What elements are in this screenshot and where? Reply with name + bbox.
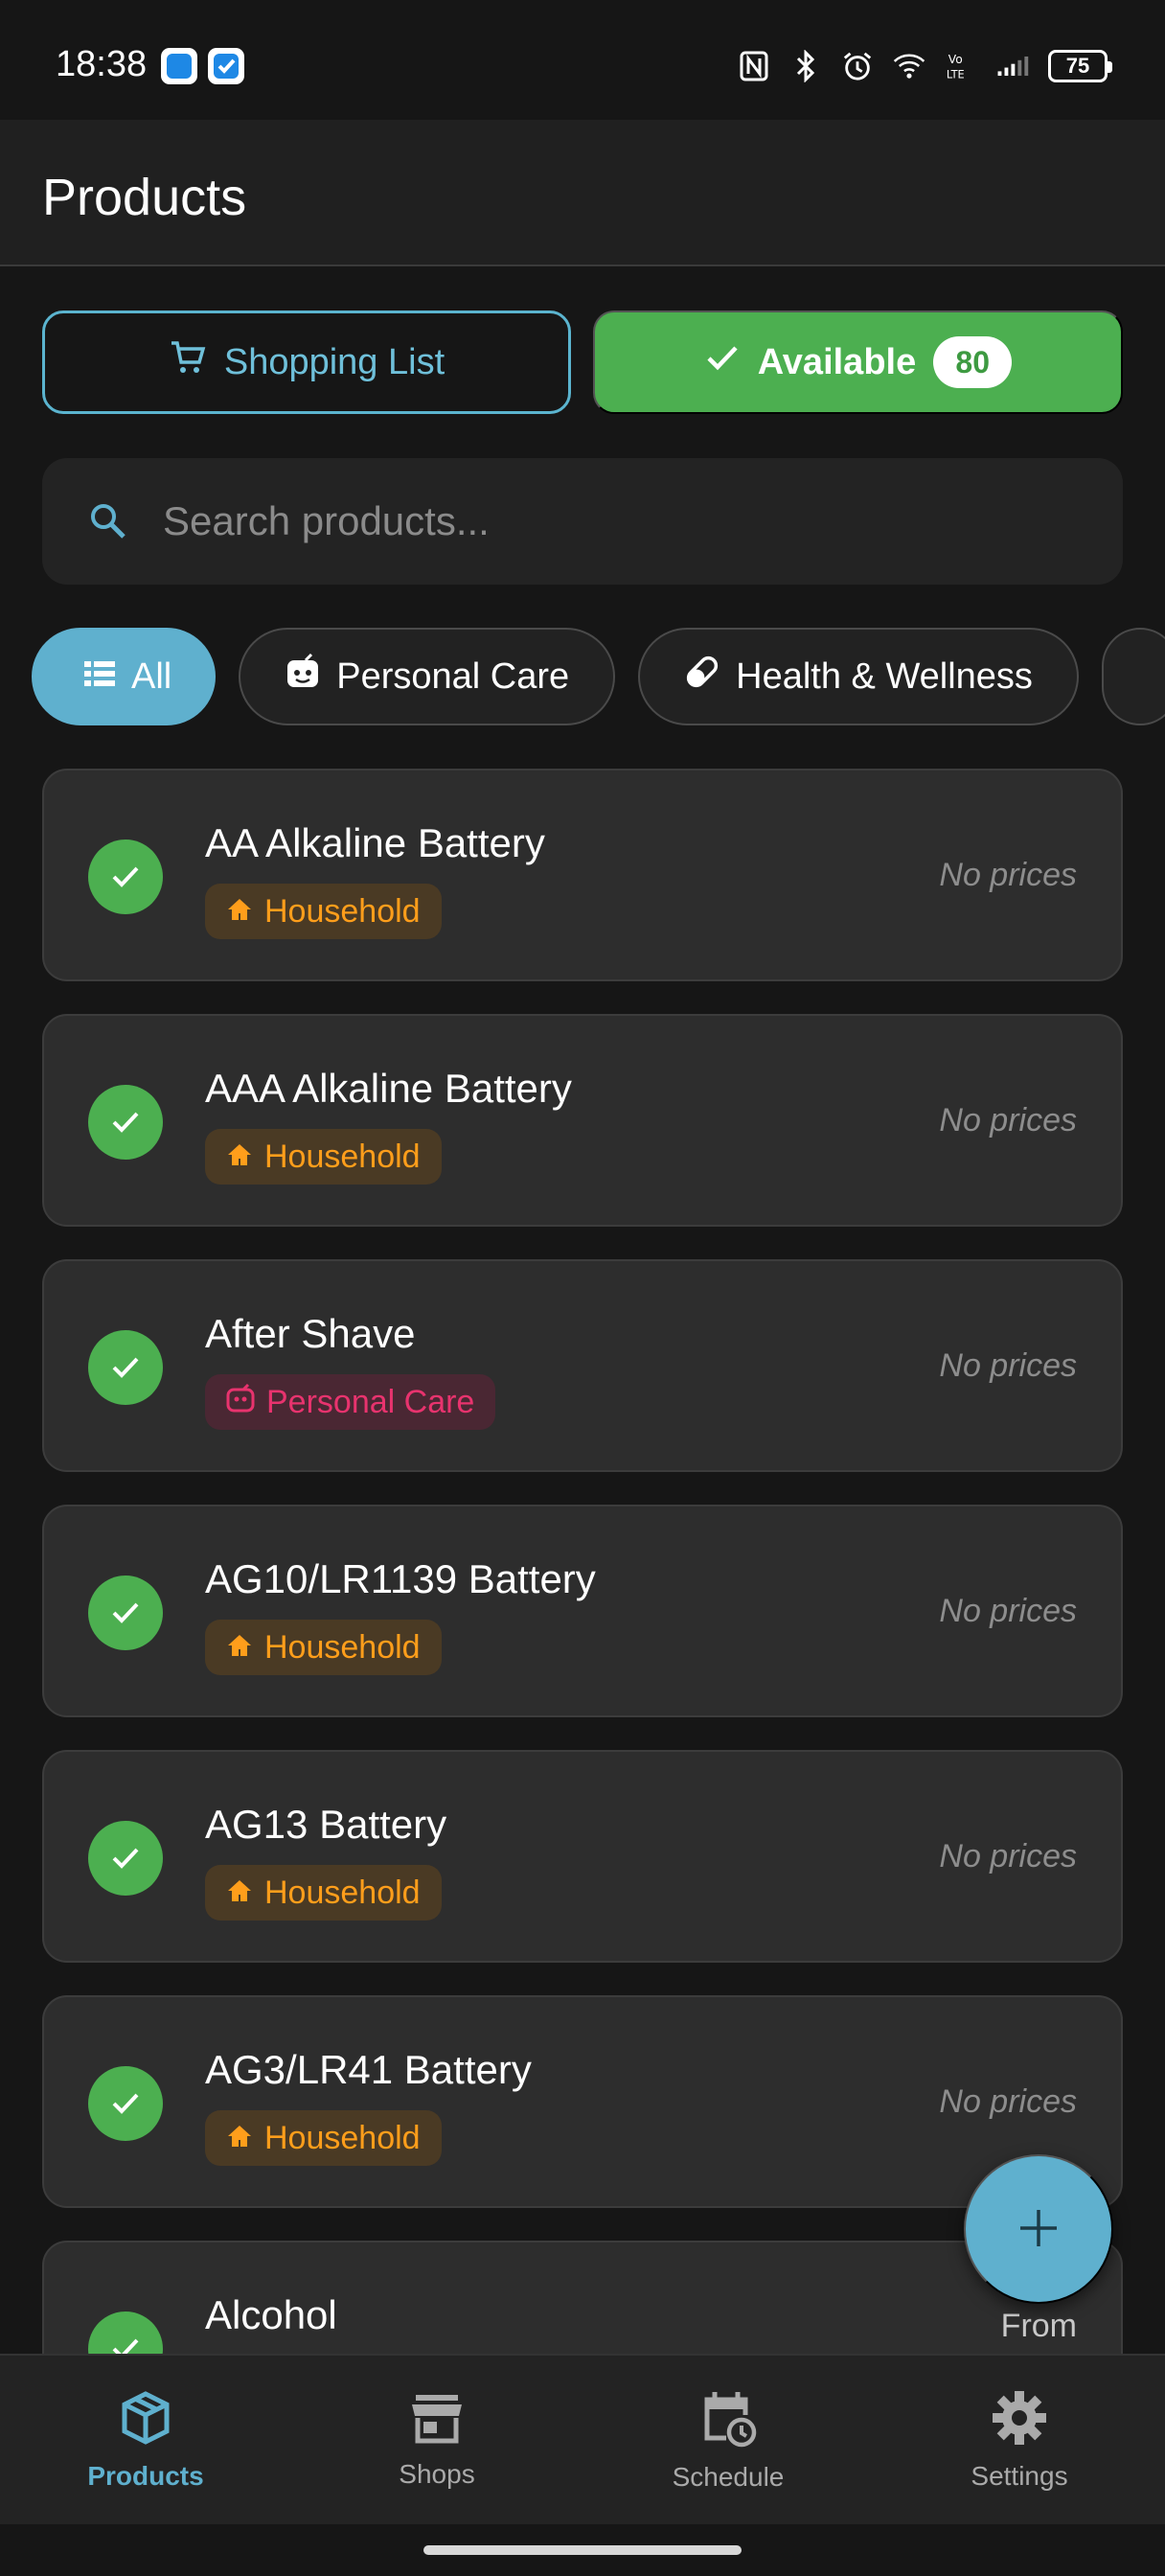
home-gesture-bar[interactable]: [423, 2545, 742, 2555]
category-tag: Household: [205, 884, 442, 939]
face-icon: [226, 1383, 255, 1421]
product-name: AA Alkaline Battery: [205, 820, 545, 865]
category-tag: Personal Care: [205, 1374, 496, 1430]
status-time: 18:38: [56, 44, 148, 84]
category-chip-personal-care[interactable]: Personal Care: [239, 628, 616, 725]
available-check-icon[interactable]: [88, 2066, 163, 2141]
house-icon: [226, 1138, 253, 1176]
product-name: AG13 Battery: [205, 1802, 447, 1847]
available-check-icon[interactable]: [88, 2312, 163, 2354]
face-icon: [285, 653, 321, 700]
available-check-icon[interactable]: [88, 1330, 163, 1405]
product-card[interactable]: Alcohol From: [42, 2241, 1123, 2354]
product-name: After Shave: [205, 1311, 416, 1356]
category-chip-label: Health & Wellness: [736, 656, 1033, 697]
house-icon: [226, 1629, 253, 1667]
available-button[interactable]: Available 80: [593, 310, 1123, 414]
price-from-label: From: [1000, 2308, 1077, 2344]
category-tag: Household: [205, 2110, 442, 2166]
category-tag: Household: [205, 1865, 442, 1920]
gear-icon: [991, 2389, 1048, 2451]
available-check-icon[interactable]: [88, 1821, 163, 1896]
search-input[interactable]: [163, 487, 1083, 556]
product-name: AAA Alkaline Battery: [205, 1066, 572, 1111]
product-list: AA Alkaline Battery Household No prices …: [42, 769, 1123, 2354]
alarm-icon: [841, 50, 874, 82]
nav-item-schedule[interactable]: Schedule: [582, 2356, 874, 2524]
app-header: Products: [0, 120, 1165, 266]
product-name: Alcohol: [205, 2292, 337, 2337]
nav-label: Products: [87, 2460, 204, 2491]
package-icon: [117, 2389, 174, 2451]
price-status: No prices: [939, 1347, 1077, 1384]
product-card[interactable]: After Shave Personal Care No prices: [42, 1259, 1123, 1472]
price-status: No prices: [939, 857, 1077, 893]
plus-icon: [1017, 2206, 1061, 2253]
price-status: No prices: [939, 1593, 1077, 1629]
available-check-icon[interactable]: [88, 840, 163, 914]
available-check-icon[interactable]: [88, 1085, 163, 1160]
category-chip-health-wellness[interactable]: Health & Wellness: [638, 628, 1079, 725]
house-icon: [226, 2120, 253, 2157]
battery-indicator: 75: [1048, 50, 1112, 82]
check-icon: [704, 339, 741, 385]
product-card[interactable]: AAA Alkaline Battery Household No prices: [42, 1014, 1123, 1227]
nav-label: Schedule: [672, 2461, 785, 2492]
price-status: No prices: [939, 1838, 1077, 1874]
available-label: Available: [757, 341, 917, 382]
price-status: No prices: [939, 1102, 1077, 1138]
product-card[interactable]: AG10/LR1139 Battery Household No prices: [42, 1505, 1123, 1717]
nfc-icon: [738, 50, 770, 82]
available-check-icon[interactable]: [88, 1576, 163, 1650]
category-filter-bar: All Personal Care Health & Wellness: [32, 628, 1165, 725]
nav-item-shops[interactable]: Shops: [291, 2356, 582, 2524]
notification-app-icon: [161, 48, 197, 84]
notification-check-icon: [208, 48, 244, 84]
category-chip-label: All: [131, 656, 172, 697]
shopping-list-button[interactable]: Shopping List: [42, 310, 571, 414]
category-tag: Household: [205, 1620, 442, 1675]
category-chip-label: Personal Care: [336, 656, 570, 697]
search-icon: [88, 501, 128, 546]
category-chip-more[interactable]: [1101, 628, 1165, 725]
svg-text:LTE: LTE: [947, 67, 965, 80]
category-chip-all[interactable]: All: [32, 628, 217, 725]
signal-icon: [996, 50, 1029, 82]
status-bar: 18:38 Vo LTE 75: [0, 0, 1165, 120]
nav-item-products[interactable]: Products: [0, 2356, 291, 2524]
nav-label: Settings: [971, 2460, 1068, 2491]
nav-item-settings[interactable]: Settings: [874, 2356, 1165, 2524]
nav-label: Shops: [399, 2458, 475, 2489]
house-icon: [226, 893, 253, 931]
list-icon: [83, 656, 116, 698]
status-icons: Vo LTE 75: [738, 46, 1112, 86]
available-count-badge: 80: [933, 336, 1013, 388]
calendar-clock-icon: [699, 2388, 757, 2452]
product-name: AG10/LR1139 Battery: [205, 1556, 596, 1601]
category-tag: Household: [205, 1129, 442, 1184]
store-icon: [408, 2391, 466, 2450]
product-name: AG3/LR41 Battery: [205, 2047, 532, 2092]
page-title: Products: [42, 169, 247, 226]
wifi-icon: [893, 50, 925, 82]
house-icon: [226, 1874, 253, 1912]
add-product-button[interactable]: [964, 2154, 1113, 2304]
shopping-list-label: Shopping List: [223, 341, 445, 382]
cart-icon: [169, 338, 207, 386]
pill-icon: [684, 654, 720, 700]
search-box: [42, 458, 1123, 585]
bottom-navigation: Products Shops Schedule Settings: [0, 2354, 1165, 2524]
volte-icon: Vo LTE: [945, 50, 977, 82]
svg-text:Vo: Vo: [948, 53, 963, 66]
bluetooth-icon: [789, 50, 822, 82]
price-status: No prices: [939, 2083, 1077, 2120]
product-card[interactable]: AA Alkaline Battery Household No prices: [42, 769, 1123, 981]
product-card[interactable]: AG13 Battery Household No prices: [42, 1750, 1123, 1963]
product-card[interactable]: AG3/LR41 Battery Household No prices: [42, 1995, 1123, 2208]
gesture-area: [0, 2524, 1165, 2576]
